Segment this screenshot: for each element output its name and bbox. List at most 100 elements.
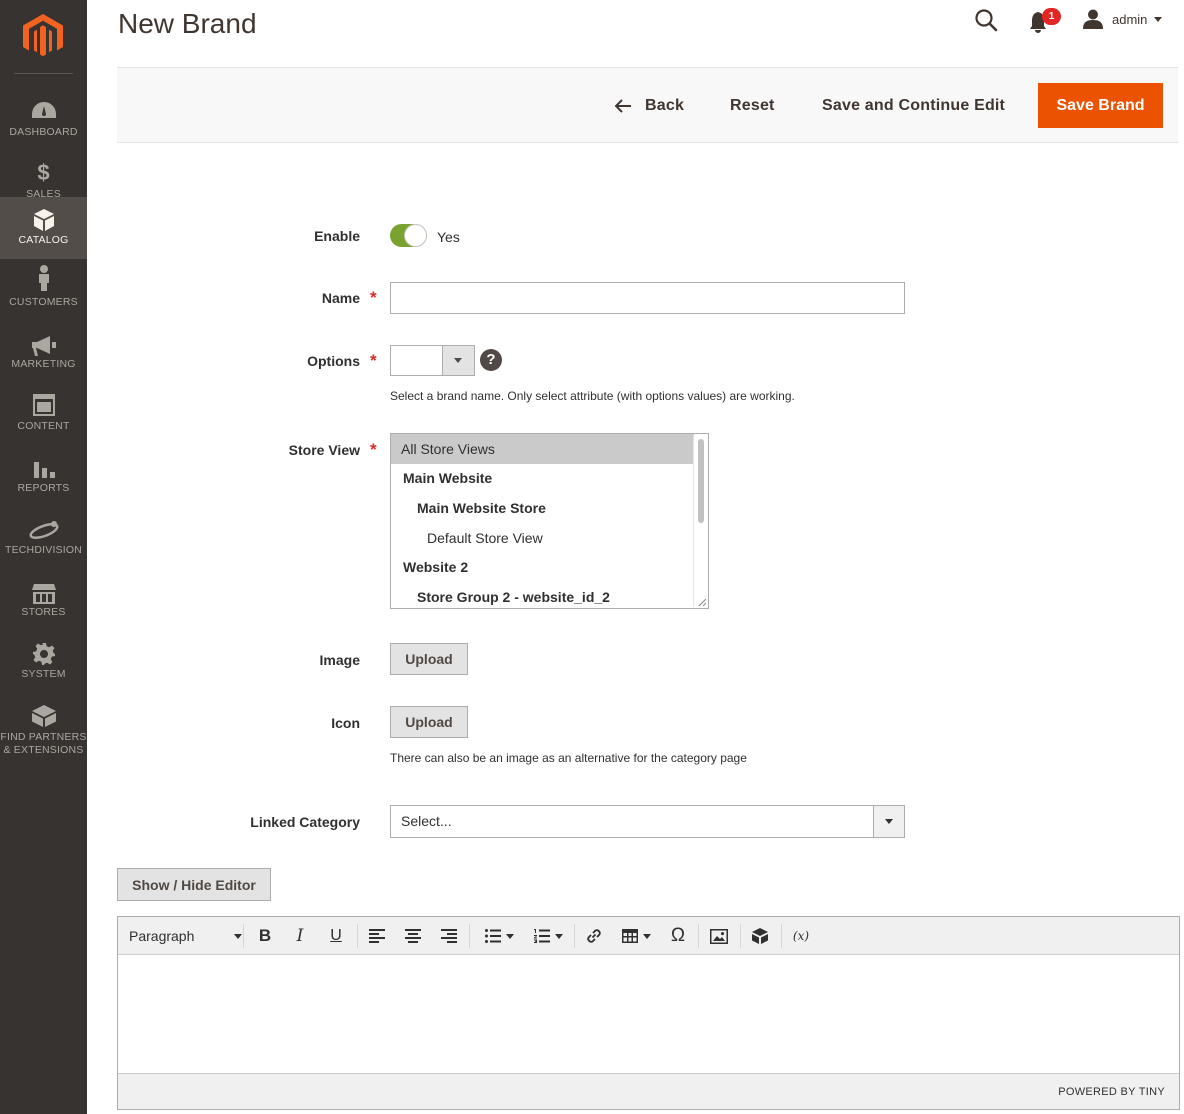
table-icon[interactable] (621, 926, 651, 946)
save-and-continue-button[interactable]: Save and Continue Edit (822, 68, 1005, 144)
store-view-option[interactable]: Store Group 2 - website_id_2 (391, 582, 694, 608)
store-view-multiselect[interactable]: All Store Views Main Website Main Websit… (390, 433, 709, 609)
special-character-icon[interactable]: Ω (668, 925, 688, 946)
wysiwyg-editor: Paragraph B I U Ω (x) POWERED BY TINY (117, 916, 1180, 1110)
editor-statusbar: POWERED BY TINY (118, 1073, 1179, 1109)
enable-toggle[interactable] (390, 224, 427, 247)
powered-by-tiny-link[interactable]: POWERED BY TINY (1058, 1086, 1165, 1098)
resize-handle-icon[interactable] (698, 598, 706, 606)
enable-value-text: Yes (437, 229, 460, 245)
insert-widget-icon[interactable] (750, 926, 770, 946)
layout-icon (32, 394, 55, 416)
megaphone-icon (31, 336, 56, 356)
save-brand-button[interactable]: Save Brand (1038, 83, 1163, 128)
store-view-scrollbar[interactable] (693, 435, 707, 607)
sidebar-item-label: CUSTOMERS (9, 296, 78, 308)
back-button[interactable]: Back (615, 68, 684, 144)
link-icon[interactable] (585, 926, 603, 946)
image-label: Image (319, 652, 360, 668)
store-view-option[interactable]: Main Website (391, 463, 694, 493)
sidebar-item-dashboard[interactable]: DASHBOARD (0, 85, 87, 147)
italic-icon[interactable]: I (291, 926, 309, 946)
show-hide-editor-button[interactable]: Show / Hide Editor (117, 868, 271, 901)
name-label: Name (321, 290, 360, 306)
techdivision-icon (28, 521, 59, 539)
toolbar-separator (469, 924, 470, 948)
icon-label: Icon (331, 715, 360, 731)
options-select[interactable] (390, 345, 475, 376)
align-right-icon[interactable] (440, 926, 458, 946)
user-name: admin (1112, 11, 1148, 27)
notification-badge[interactable]: 1 (1042, 8, 1061, 25)
help-icon[interactable]: ? (480, 349, 502, 371)
extensions-icon (31, 705, 56, 727)
store-view-option[interactable]: Website 2 (391, 552, 694, 582)
toolbar-separator (243, 924, 244, 948)
page-actions-bar: Back Reset Save and Continue Edit Save B… (117, 67, 1178, 143)
sidebar-item-label: SYSTEM (21, 668, 66, 680)
options-label: Options (307, 353, 360, 369)
dollar-icon: $ (37, 160, 50, 185)
sidebar-item-label: MARKETING (11, 358, 76, 370)
enable-label: Enable (314, 228, 360, 244)
person-icon (38, 265, 49, 291)
icon-note: There can also be an image as an alterna… (390, 751, 747, 765)
sidebar-item-catalog[interactable]: CATALOG (0, 197, 87, 259)
toolbar-separator (740, 924, 741, 948)
back-label: Back (645, 97, 685, 114)
align-center-icon[interactable] (404, 926, 422, 946)
options-note: Select a brand name. Only select attribu… (390, 389, 795, 403)
insert-variable-icon[interactable]: (x) (790, 926, 812, 946)
magento-logo-icon[interactable] (23, 14, 63, 58)
sidebar-item-label: REPORTS (17, 482, 70, 494)
sidebar-item-techdivision[interactable]: TECHDIVISION (0, 509, 87, 571)
sidebar-item-label: CONTENT (17, 420, 70, 432)
bold-icon[interactable]: B (256, 926, 274, 946)
sidebar-item-system[interactable]: SYSTEM (0, 633, 87, 695)
sidebar-item-marketing[interactable]: MARKETING (0, 323, 87, 385)
sidebar-item-customers[interactable]: CUSTOMERS (0, 261, 87, 323)
chevron-down-icon (1154, 16, 1163, 22)
search-icon[interactable] (974, 8, 998, 32)
align-left-icon[interactable] (368, 926, 386, 946)
sidebar-item-stores[interactable]: STORES (0, 571, 87, 633)
linked-category-value: Select... (401, 813, 452, 829)
block-format-value: Paragraph (129, 928, 195, 944)
editor-toolbar: Paragraph B I U Ω (x) (118, 917, 1179, 955)
icon-upload-button[interactable]: Upload (390, 706, 468, 738)
insert-image-icon[interactable] (709, 926, 729, 946)
sidebar-item-reports[interactable]: REPORTS (0, 447, 87, 509)
chevron-down-icon (873, 806, 904, 837)
name-input[interactable] (390, 282, 905, 314)
numbered-list-icon[interactable] (529, 926, 567, 946)
sidebar-item-label: TECHDIVISION (4, 544, 83, 556)
bar-chart-icon (33, 462, 55, 478)
reset-button[interactable]: Reset (730, 68, 775, 144)
box-icon (33, 209, 54, 231)
toolbar-separator (698, 924, 699, 948)
chevron-down-icon (234, 933, 243, 939)
admin-sidebar: DASHBOARD $ SALES CATALOG CUSTOMERS MARK… (0, 0, 87, 1114)
arrow-left-icon (615, 99, 631, 113)
toolbar-separator (357, 924, 358, 948)
required-marker: * (370, 351, 377, 370)
required-marker: * (370, 440, 377, 459)
sidebar-item-content[interactable]: CONTENT (0, 385, 87, 447)
store-view-label: Store View (288, 442, 360, 458)
editor-content-area[interactable] (118, 955, 1179, 1073)
linked-category-select[interactable]: Select... (390, 805, 905, 838)
linked-category-label: Linked Category (250, 814, 360, 830)
user-menu[interactable]: admin (1083, 8, 1163, 30)
bullet-list-icon[interactable] (480, 926, 518, 946)
store-view-option[interactable]: Main Website Store (391, 493, 694, 523)
dashboard-icon (31, 102, 56, 118)
underline-icon[interactable]: U (327, 926, 345, 946)
sidebar-item-label: DASHBOARD (9, 126, 78, 138)
gear-icon (32, 643, 55, 665)
image-upload-button[interactable]: Upload (390, 643, 468, 675)
block-format-select[interactable]: Paragraph (129, 917, 243, 955)
store-view-option[interactable]: All Store Views (391, 434, 694, 464)
sidebar-item-find-partners[interactable]: FIND PARTNERS & EXTENSIONS (0, 695, 87, 767)
scrollbar-thumb[interactable] (698, 439, 704, 523)
store-view-option[interactable]: Default Store View (391, 523, 694, 553)
